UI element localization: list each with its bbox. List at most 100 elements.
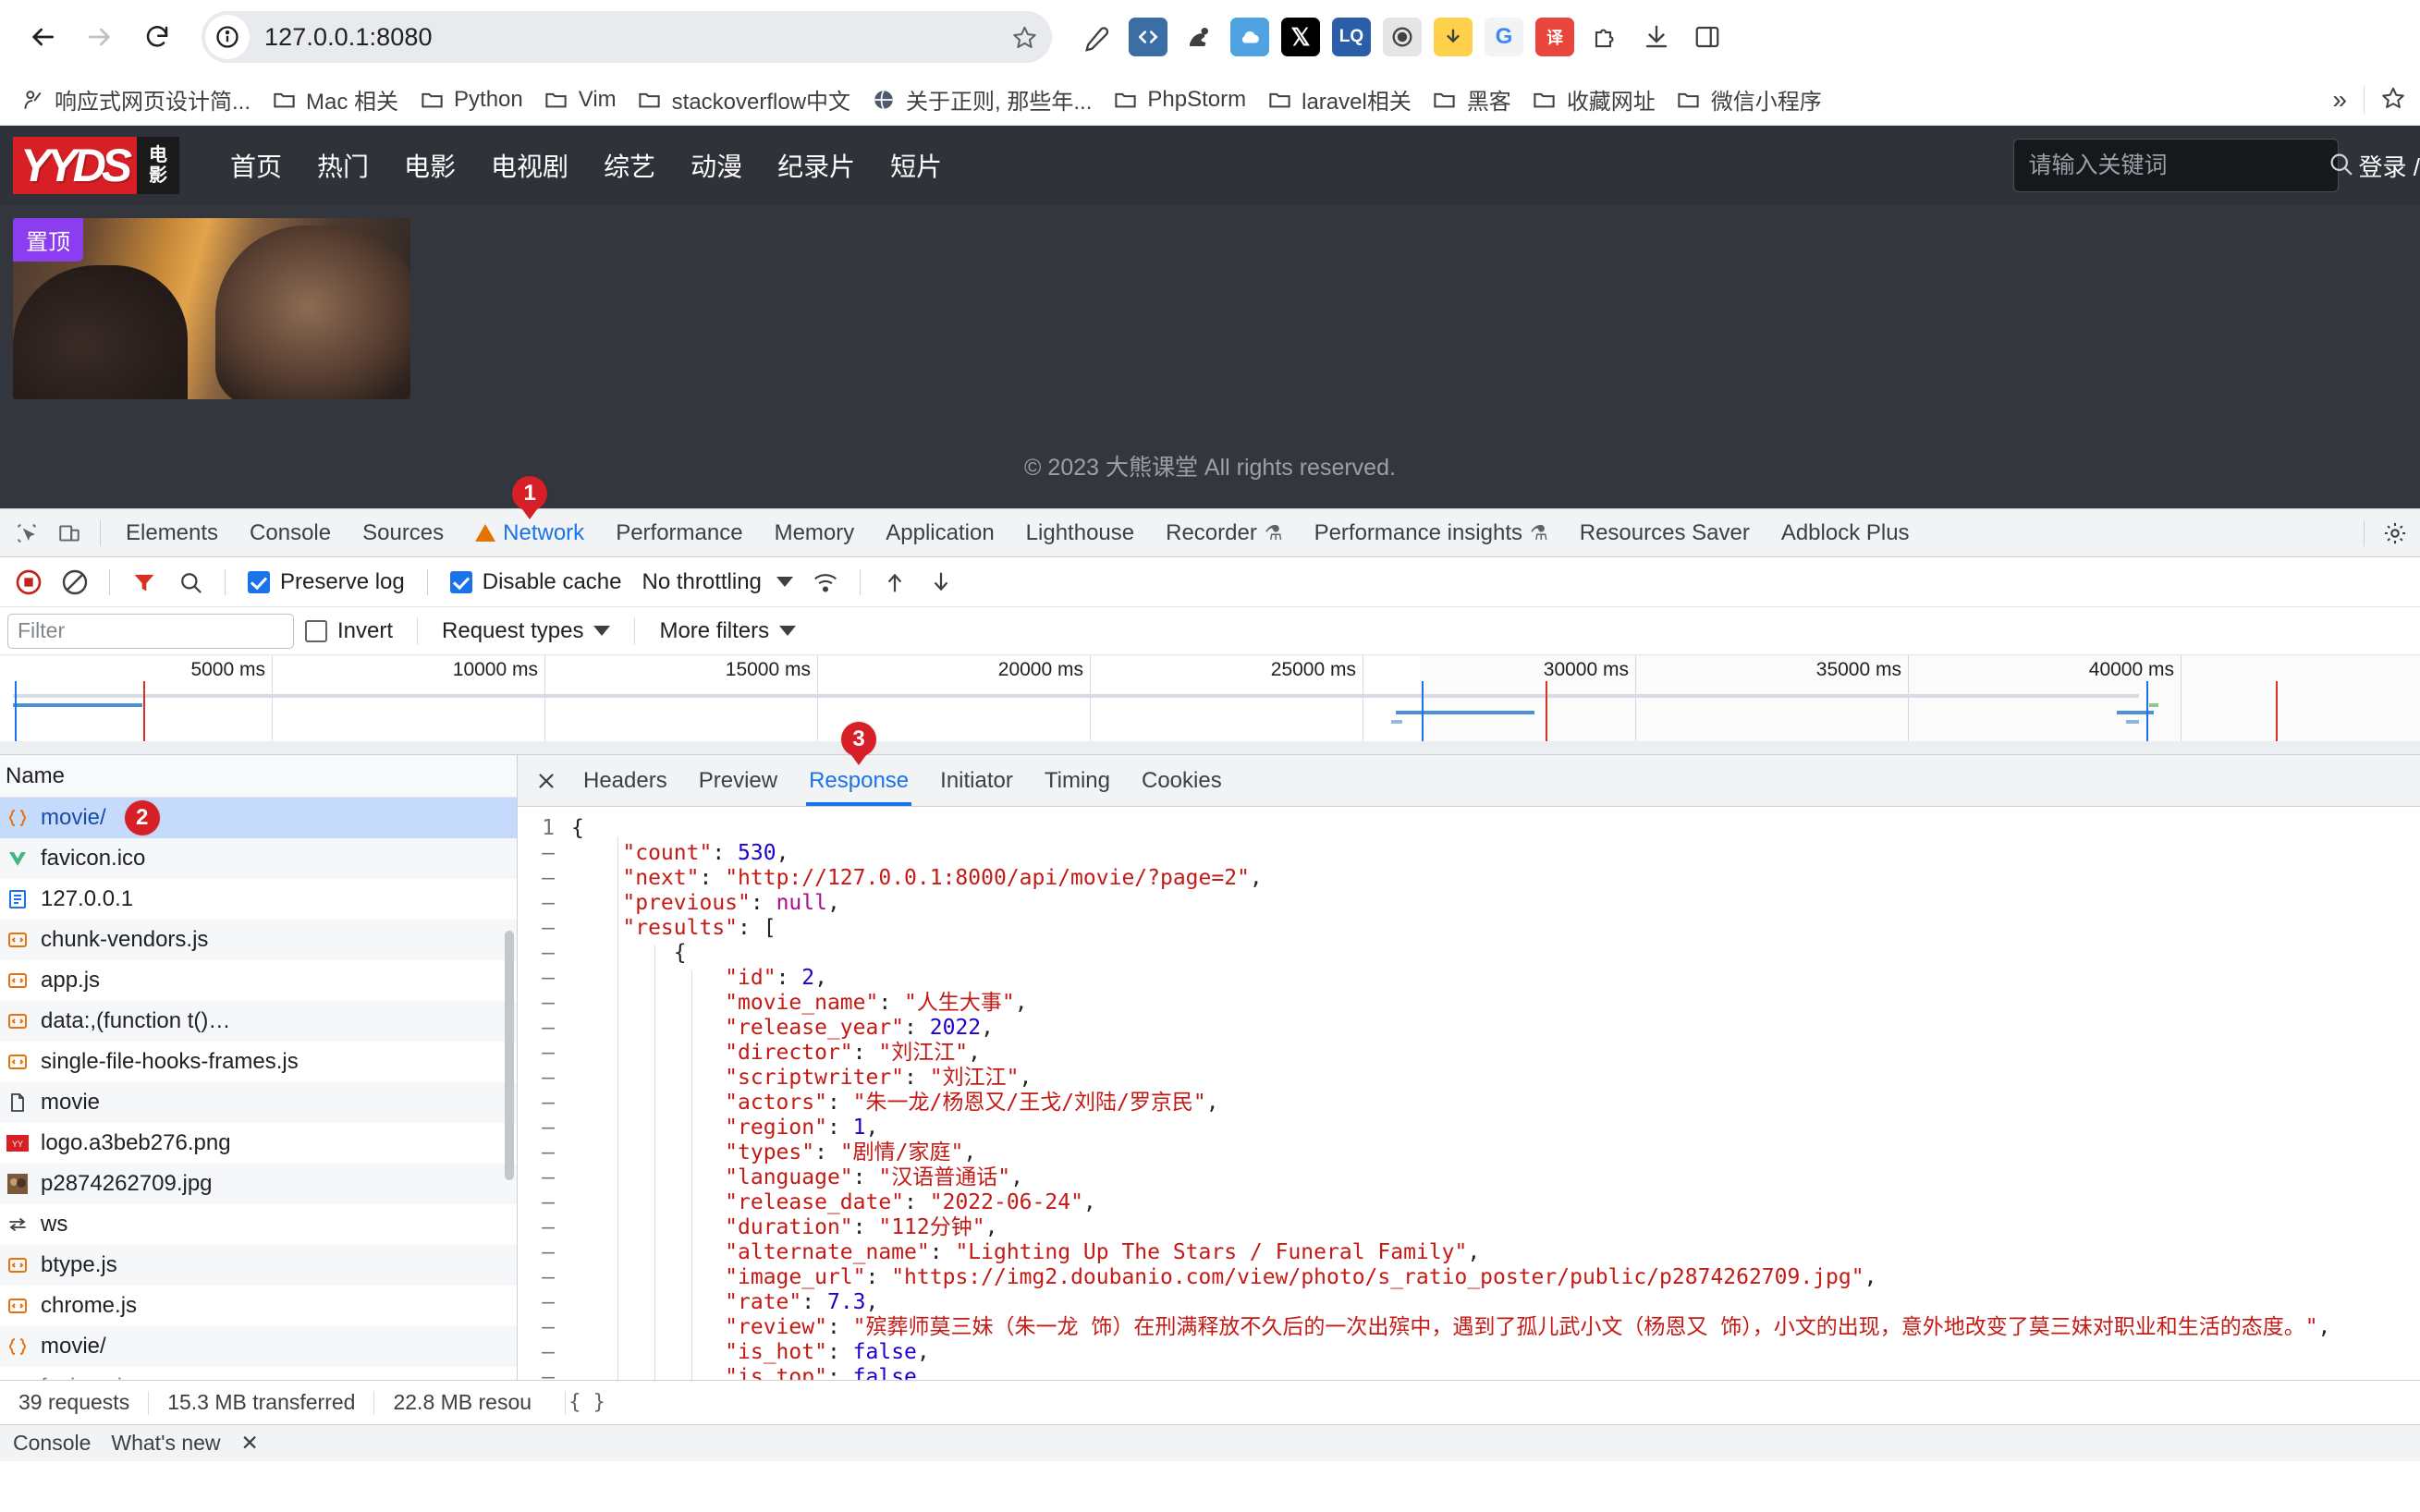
gear-icon[interactable]: [2374, 512, 2416, 555]
nav-item-documentary[interactable]: 纪录片: [760, 147, 873, 184]
translate-icon[interactable]: 译: [1535, 18, 1574, 56]
more-filters-dropdown[interactable]: More filters: [648, 618, 807, 644]
downloads-icon[interactable]: [1637, 18, 1676, 56]
movie-poster-card[interactable]: 置顶: [13, 218, 410, 399]
detail-tab-headers[interactable]: Headers: [568, 755, 683, 806]
side-panel-icon[interactable]: [1688, 18, 1727, 56]
export-har-icon[interactable]: [920, 561, 962, 604]
tab-resources-saver[interactable]: Resources Saver: [1564, 509, 1766, 556]
bookmark-item[interactable]: Python: [409, 81, 533, 118]
tab-recorder[interactable]: Recorder ⚗: [1150, 509, 1298, 556]
site-info-icon[interactable]: [205, 15, 250, 59]
network-conditions-icon[interactable]: [804, 561, 847, 604]
nav-item-tv[interactable]: 电视剧: [473, 147, 586, 184]
tab-performance-insights[interactable]: Performance insights ⚗: [1299, 509, 1564, 556]
nav-item-movies[interactable]: 电影: [386, 147, 473, 184]
bookmark-item[interactable]: 黑客: [1422, 78, 1522, 121]
device-toolbar-icon[interactable]: [48, 512, 91, 555]
tab-application[interactable]: Application: [870, 509, 1009, 556]
detail-tab-timing[interactable]: Timing: [1029, 755, 1126, 806]
address-bar[interactable]: 127.0.0.1:8080: [202, 11, 1052, 63]
invert-checkbox[interactable]: Invert: [294, 618, 404, 644]
search-icon[interactable]: [169, 561, 212, 604]
squirrel-icon[interactable]: [1179, 18, 1218, 56]
network-overview-timeline[interactable]: 5000 ms 10000 ms 15000 ms 20000 ms 25000…: [0, 655, 2420, 755]
search-icon[interactable]: [2327, 150, 2354, 182]
request-row[interactable]: data:,(function t()…: [0, 1001, 517, 1042]
bookmark-item[interactable]: 收藏网址: [1522, 78, 1666, 121]
code-icon[interactable]: [1129, 18, 1167, 56]
overview-resize-handle[interactable]: [0, 741, 2420, 754]
tab-performance[interactable]: Performance: [600, 509, 758, 556]
response-json-viewer[interactable]: 1{– "count": 530, – "next": "http://127.0…: [518, 807, 2420, 1380]
disable-cache-checkbox[interactable]: Disable cache: [441, 569, 631, 595]
site-logo[interactable]: YYDS 电 影: [13, 137, 179, 194]
drawer-tab-console[interactable]: Console: [13, 1431, 91, 1456]
cloud-icon[interactable]: [1230, 18, 1269, 56]
bookmark-item[interactable]: 微信小程序: [1666, 78, 1832, 121]
bookmark-item[interactable]: laravel相关: [1256, 78, 1422, 121]
pretty-print-button[interactable]: { }: [566, 1391, 608, 1414]
request-row[interactable]: chrome.js: [0, 1286, 517, 1326]
detail-tab-initiator[interactable]: Initiator: [924, 755, 1029, 806]
request-row[interactable]: app.js: [0, 960, 517, 1001]
bookmarks-overflow-button[interactable]: »: [2332, 85, 2347, 115]
request-row[interactable]: movie: [0, 1082, 517, 1123]
request-row[interactable]: favicon.ico: [0, 838, 517, 879]
nav-item-anime[interactable]: 动漫: [673, 147, 760, 184]
request-row[interactable]: favicon.ico: [0, 1367, 517, 1380]
tab-console[interactable]: Console: [234, 509, 347, 556]
pen-icon[interactable]: [1078, 18, 1117, 56]
x-twitter-icon[interactable]: 𝕏: [1281, 18, 1320, 56]
detail-tab-response[interactable]: Response 3: [793, 722, 924, 806]
bookmark-add-icon[interactable]: [2381, 86, 2405, 114]
filter-funnel-icon[interactable]: [123, 561, 165, 604]
import-har-icon[interactable]: [874, 561, 916, 604]
bookmark-item[interactable]: Mac 相关: [261, 78, 409, 121]
filter-input[interactable]: [18, 618, 284, 643]
request-row[interactable]: single-file-hooks-frames.js: [0, 1042, 517, 1082]
tab-adblock-plus[interactable]: Adblock Plus: [1766, 509, 1925, 556]
request-row[interactable]: YY logo.a3beb276.png: [0, 1123, 517, 1164]
request-row[interactable]: chunk-vendors.js: [0, 920, 517, 960]
puzzle-extensions-icon[interactable]: [1586, 18, 1625, 56]
download-badge-icon[interactable]: [1434, 18, 1473, 56]
search-input[interactable]: [2028, 152, 2327, 179]
tab-lighthouse[interactable]: Lighthouse: [1010, 509, 1150, 556]
filter-input-wrap[interactable]: [7, 613, 294, 649]
bookmark-star-icon[interactable]: [1004, 17, 1045, 57]
bookmark-item[interactable]: 关于正则, 那些年...: [861, 78, 1102, 121]
bookmark-item[interactable]: Vim: [533, 81, 627, 118]
request-row[interactable]: p2874262709.jpg: [0, 1164, 517, 1204]
request-list[interactable]: movie/ 2 favicon.ico 127.0.0.1 chunk-ven…: [0, 798, 517, 1380]
tab-memory[interactable]: Memory: [759, 509, 871, 556]
reload-button[interactable]: [131, 11, 183, 63]
request-row-movie-selected[interactable]: movie/ 2: [0, 798, 517, 838]
bookmark-item[interactable]: 响应式网页设计简...: [9, 78, 261, 121]
preserve-log-checkbox[interactable]: Preserve log: [238, 569, 414, 595]
nav-item-home[interactable]: 首页: [213, 147, 299, 184]
tab-elements[interactable]: Elements: [110, 509, 234, 556]
site-search-box[interactable]: [2012, 139, 2352, 192]
forward-button[interactable]: [74, 11, 126, 63]
request-row[interactable]: ws: [0, 1204, 517, 1245]
inspect-element-icon[interactable]: [6, 512, 48, 555]
lq-icon[interactable]: LQ: [1332, 18, 1371, 56]
tab-sources[interactable]: Sources: [347, 509, 459, 556]
clear-icon[interactable]: [54, 561, 96, 604]
close-icon[interactable]: [525, 760, 568, 802]
url-text[interactable]: 127.0.0.1:8080: [250, 23, 1004, 52]
tab-network[interactable]: Network 1: [459, 476, 600, 556]
request-row[interactable]: 127.0.0.1: [0, 879, 517, 920]
drawer-close-icon[interactable]: ✕: [241, 1431, 259, 1456]
request-row[interactable]: movie/: [0, 1326, 517, 1367]
request-types-dropdown[interactable]: Request types: [431, 618, 621, 644]
detail-tab-cookies[interactable]: Cookies: [1126, 755, 1238, 806]
google-g-icon[interactable]: G: [1485, 18, 1523, 56]
request-row[interactable]: btype.js: [0, 1245, 517, 1286]
throttling-select[interactable]: No throttling: [634, 569, 800, 595]
nav-item-hot[interactable]: 热门: [299, 147, 386, 184]
detail-tab-preview[interactable]: Preview: [683, 755, 793, 806]
nav-item-variety[interactable]: 综艺: [586, 147, 673, 184]
target-icon[interactable]: [1383, 18, 1422, 56]
